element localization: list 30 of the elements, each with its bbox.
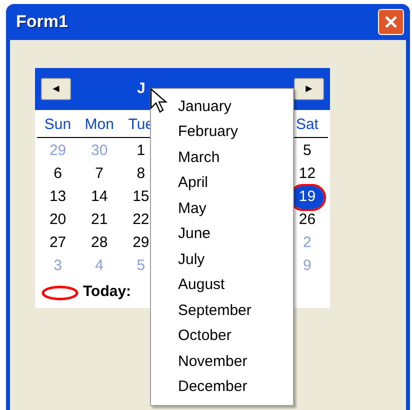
month-menu-item[interactable]: August (151, 272, 293, 298)
month-menu-item[interactable]: June (151, 222, 293, 247)
calendar-day[interactable]: 7 (78, 162, 120, 186)
calendar-day[interactable]: 20 (37, 208, 79, 232)
month-menu-item[interactable]: July (151, 247, 293, 272)
month-menu-item[interactable]: February (151, 120, 293, 145)
month-menu-item[interactable]: September (151, 298, 293, 324)
month-menu-item[interactable]: March (151, 145, 293, 170)
month-menu-item[interactable]: May (151, 196, 293, 222)
calendar-day[interactable]: 21 (78, 208, 120, 232)
weekday-label: Sun (43, 115, 72, 135)
calendar-day[interactable]: 6 (37, 162, 79, 186)
calendar-day[interactable]: 14 (78, 186, 120, 208)
month-menu-item[interactable]: December (151, 374, 293, 400)
month-title[interactable]: J (137, 78, 146, 100)
calendar-day[interactable]: 27 (37, 232, 79, 254)
close-icon (384, 15, 398, 29)
month-menu-item[interactable]: April (151, 170, 293, 196)
month-menu-item[interactable]: November (151, 349, 293, 374)
today-label[interactable]: Today: (83, 281, 132, 304)
weekday-label: Mon (84, 115, 115, 135)
previous-month-button[interactable]: ◄ (41, 78, 71, 100)
calendar-day[interactable]: 13 (37, 186, 79, 208)
month-menu-item[interactable]: October (151, 324, 293, 349)
weekday-label: Sat (294, 115, 320, 135)
ellipse-mark-icon (41, 284, 79, 300)
next-month-button[interactable]: ► (294, 78, 324, 100)
calendar-day[interactable]: 28 (78, 232, 120, 254)
close-button[interactable] (378, 9, 404, 35)
window-title: Form1 (16, 11, 68, 34)
